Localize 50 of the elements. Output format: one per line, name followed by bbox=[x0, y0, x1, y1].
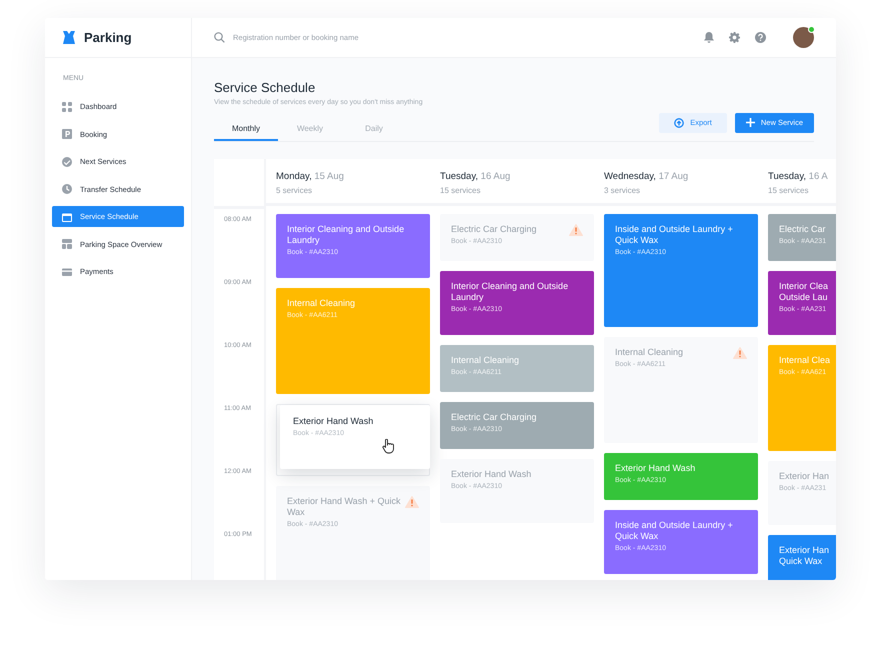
brand-name: Parking bbox=[84, 30, 132, 45]
service-count: 3 services bbox=[604, 186, 642, 195]
hand-cursor-icon bbox=[382, 439, 394, 454]
warning-icon bbox=[405, 496, 419, 508]
service-title: Inside and Outside Laundry + Quick Wax bbox=[615, 224, 734, 246]
service-count: 15 services bbox=[768, 186, 810, 195]
view-tab[interactable]: Weekly bbox=[278, 116, 342, 141]
service-title: Exterior Hand Wash bbox=[293, 416, 374, 427]
warning-icon bbox=[569, 224, 583, 236]
service-title: Exterior Hand Wash bbox=[451, 469, 532, 480]
day-heading: Monday, 15 Aug bbox=[276, 171, 345, 182]
day-heading: Wednesday, 17 Aug bbox=[604, 171, 690, 182]
view-tab[interactable]: Daily bbox=[342, 116, 406, 141]
service-title: Exterior Hand Wash + Quick Wax bbox=[287, 496, 402, 518]
settings-icon[interactable] bbox=[729, 32, 740, 43]
service-title: Internal Cleaning bbox=[451, 355, 520, 366]
upload-icon bbox=[674, 118, 684, 128]
view-tab[interactable]: Monthly bbox=[214, 116, 278, 141]
grid-icon bbox=[62, 102, 72, 112]
service-title: Internal Clea bbox=[779, 355, 832, 366]
service-title: Exterior Hand Wash bbox=[615, 463, 696, 474]
service-title: Exterior Han bbox=[779, 471, 830, 482]
service-title: Interior Cleaning and Outside Laundry bbox=[287, 224, 406, 246]
calendar-icon bbox=[62, 212, 72, 222]
service-count: 15 services bbox=[440, 186, 482, 195]
service-title: Interior Cleaning and Outside Laundry bbox=[451, 281, 570, 303]
service-title: Exterior Han Quick Wax bbox=[779, 545, 830, 567]
clock-icon bbox=[62, 184, 72, 194]
layout-icon bbox=[62, 239, 72, 249]
service-title: Internal Cleaning bbox=[615, 347, 684, 358]
bell-icon[interactable] bbox=[704, 32, 714, 43]
service-title: Electric Car bbox=[779, 224, 827, 235]
day-heading: Tuesday, 16 Aug bbox=[440, 171, 512, 182]
help-icon[interactable] bbox=[755, 32, 766, 43]
service-card[interactable]: Exterior Han Quick Wax bbox=[768, 535, 836, 580]
service-title: Internal Cleaning bbox=[287, 298, 356, 309]
card-icon bbox=[62, 266, 72, 276]
plus-icon bbox=[746, 118, 755, 127]
warning-icon bbox=[733, 347, 747, 359]
parking-sign-icon bbox=[62, 129, 72, 139]
page-title: Service Schedule bbox=[214, 80, 316, 95]
day-heading: Tuesday, 16 A bbox=[768, 171, 829, 182]
search-icon bbox=[214, 32, 225, 43]
service-title: Inside and Outside Laundry + Quick Wax bbox=[615, 520, 734, 542]
service-title: Electric Car Charging bbox=[451, 412, 538, 423]
service-title: Electric Car Charging bbox=[451, 224, 538, 235]
logo-icon bbox=[62, 31, 76, 44]
avatar[interactable] bbox=[793, 27, 814, 48]
service-count: 5 services bbox=[276, 186, 314, 195]
service-title: Interior Clea Outside Lau bbox=[779, 281, 830, 303]
